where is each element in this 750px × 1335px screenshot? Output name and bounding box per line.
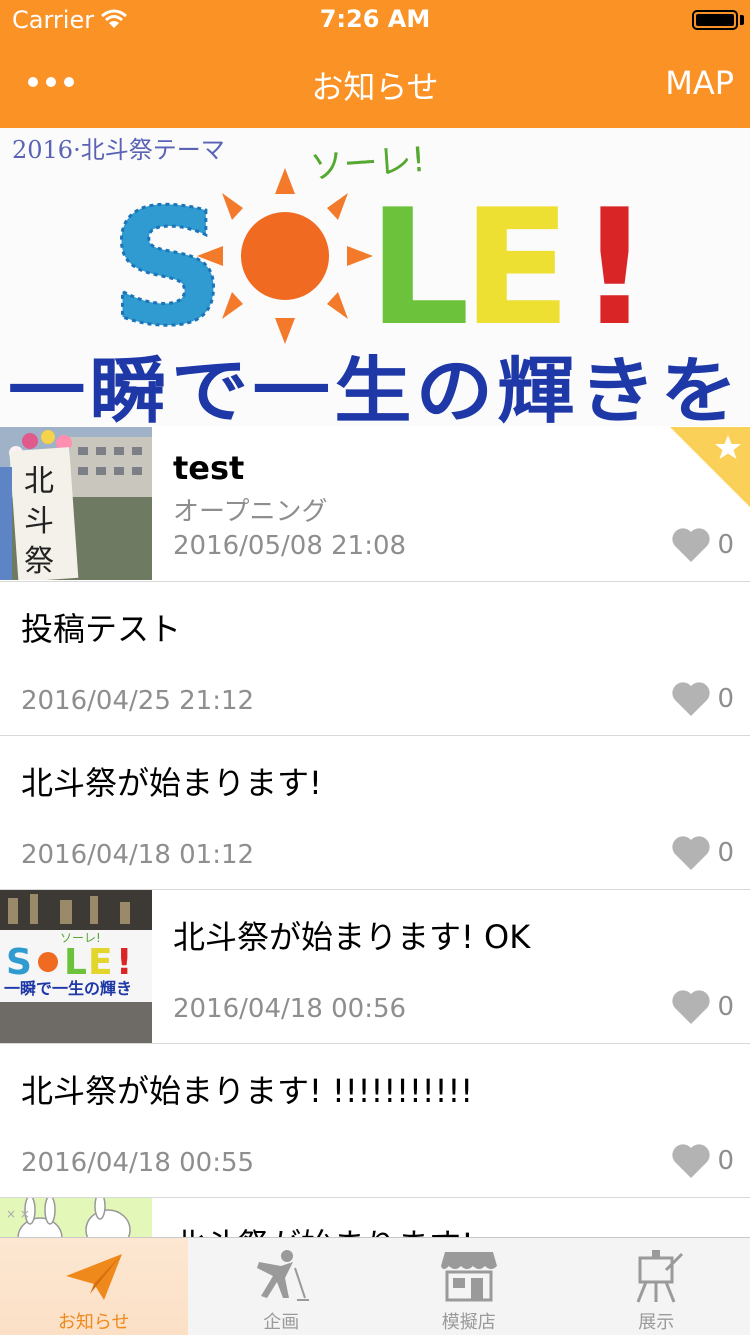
news-list: 北 斗 祭 test オープニング 2016/05/08 21:08 0 投稿テ… [0, 427, 750, 1237]
like-count: 0 [717, 684, 734, 714]
list-item[interactable]: 北斗祭が始まります! !!!!!!!!!!! 2016/04/18 00:55 … [0, 1043, 750, 1197]
easel-icon [626, 1248, 686, 1304]
heart-icon [671, 1143, 711, 1179]
featured-star-icon [670, 427, 750, 507]
tab-shops-label: 模擬店 [375, 1308, 563, 1334]
heart-icon [671, 681, 711, 717]
post-title: 投稿テスト [21, 604, 181, 650]
shop-icon [439, 1248, 499, 1304]
post-category: オープニング [173, 491, 327, 528]
heart-icon [671, 835, 711, 871]
battery-tip [740, 15, 744, 25]
battery-icon [692, 10, 738, 30]
post-title: 北斗祭が始まります! [21, 758, 322, 804]
svg-text:北: 北 [24, 464, 54, 499]
like-count: 0 [717, 838, 734, 868]
page-title: お知らせ [0, 62, 750, 108]
svg-text:L: L [64, 942, 87, 983]
post-title: 北斗祭が始まります! [173, 1220, 474, 1237]
banner-letter-l: L [368, 174, 470, 361]
post-thumbnail: 北 斗 祭 [0, 427, 152, 580]
tab-events[interactable]: 企画 [188, 1238, 376, 1335]
banner-letter-s: S [110, 174, 225, 361]
heart-icon [671, 527, 711, 563]
map-button[interactable]: MAP [665, 64, 734, 102]
like-button[interactable]: 0 [671, 1143, 734, 1179]
paper-plane-icon [64, 1248, 124, 1304]
svg-text:!: ! [116, 942, 132, 983]
like-count: 0 [717, 530, 734, 560]
tab-exhibits-label: 展示 [563, 1308, 750, 1334]
status-time: 7:26 AM [0, 5, 750, 33]
tab-exhibits[interactable]: 展示 [563, 1238, 750, 1335]
list-item[interactable]: 北 斗 祭 test オープニング 2016/05/08 21:08 0 [0, 427, 750, 581]
post-date: 2016/04/18 00:55 [21, 1148, 254, 1178]
like-count: 0 [717, 992, 734, 1022]
festival-banner[interactable]: 2016·北斗祭テーマ ソーレ! S L E ! 一瞬で一生の輝きを [0, 128, 750, 426]
like-button[interactable]: 0 [671, 527, 734, 563]
like-button[interactable]: 0 [671, 989, 734, 1025]
banner-letter-e: E [462, 174, 571, 361]
like-count: 0 [717, 1146, 734, 1176]
post-date: 2016/04/18 01:12 [21, 840, 254, 870]
tab-bar: お知らせ 企画 模擬店 展示 [0, 1237, 750, 1335]
banner-theme-label: 2016·北斗祭テーマ [12, 136, 225, 164]
navigation-bar: Carrier 7:26 AM お知らせ MAP [0, 0, 750, 128]
post-date: 2016/04/25 21:12 [21, 686, 254, 716]
post-thumbnail: × × [0, 1198, 152, 1237]
tab-shops[interactable]: 模擬店 [375, 1238, 563, 1335]
list-item[interactable]: ソーレ! S L E ! 一瞬で一生の輝き 北斗祭が始まります! OK 2016… [0, 889, 750, 1043]
svg-text:S: S [6, 942, 32, 983]
svg-text:斗: 斗 [24, 504, 54, 539]
post-title: 北斗祭が始まります! OK [173, 912, 530, 958]
post-date: 2016/04/18 00:56 [173, 994, 406, 1024]
tab-news-label: お知らせ [0, 1308, 188, 1334]
post-date: 2016/05/08 21:08 [173, 531, 406, 561]
heart-icon [671, 989, 711, 1025]
like-button[interactable]: 0 [671, 835, 734, 871]
list-item[interactable]: 北斗祭が始まります! 2016/04/18 01:12 0 [0, 735, 750, 889]
list-item[interactable]: × × 北斗祭が始まります! [0, 1197, 750, 1237]
tab-events-label: 企画 [188, 1308, 376, 1334]
status-bar: Carrier 7:26 AM [0, 0, 750, 40]
like-button[interactable]: 0 [671, 681, 734, 717]
post-title: 北斗祭が始まります! !!!!!!!!!!! [21, 1066, 473, 1112]
svg-text:× ×: × × [6, 1207, 30, 1221]
post-thumbnail: ソーレ! S L E ! 一瞬で一生の輝き [0, 890, 152, 1043]
svg-text:一瞬で一生の輝き: 一瞬で一生の輝き [4, 979, 132, 998]
banner-letter-exclaim: ! [578, 174, 651, 361]
svg-text:祭: 祭 [24, 544, 54, 579]
tab-news[interactable]: お知らせ [0, 1238, 188, 1335]
list-item[interactable]: 投稿テスト 2016/04/25 21:12 0 [0, 581, 750, 735]
banner-slogan: 一瞬で一生の輝きを [8, 349, 742, 426]
post-title: test [173, 449, 244, 487]
svg-text:E: E [88, 942, 113, 983]
singer-icon [251, 1248, 311, 1304]
